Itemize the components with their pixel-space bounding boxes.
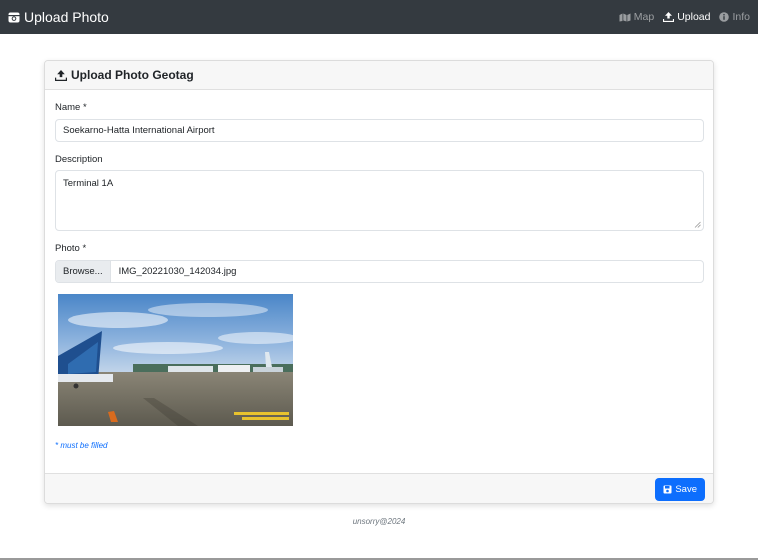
navbar-links: Map Upload Info <box>610 11 750 23</box>
top-navbar: Upload Photo Map Upload Info <box>0 0 758 34</box>
card-footer: Save <box>45 473 713 503</box>
required-note: * must be filled <box>55 441 108 450</box>
nav-upload-label: Upload <box>677 11 711 23</box>
photo-file-input[interactable]: Browse... IMG_20221030_142034.jpg <box>55 260 704 283</box>
save-label: Save <box>675 484 697 495</box>
name-label: Name * <box>55 102 87 113</box>
nav-upload[interactable]: Upload <box>663 11 710 23</box>
brand-title: Upload Photo <box>24 9 109 25</box>
file-name: IMG_20221030_142034.jpg <box>118 266 237 277</box>
description-label: Description <box>55 154 103 165</box>
navbar-brand[interactable]: Upload Photo <box>8 9 109 25</box>
nav-map-label: Map <box>633 11 655 23</box>
nav-info[interactable]: Info <box>719 11 750 23</box>
name-value: Soekarno-Hatta International Airport <box>63 125 215 136</box>
card-body: Name * Soekarno-Hatta International Airp… <box>45 90 713 473</box>
name-field[interactable]: Soekarno-Hatta International Airport <box>55 119 704 142</box>
upload-icon <box>55 69 67 81</box>
floppy-disk-icon <box>663 485 672 494</box>
camera-icon <box>8 12 20 22</box>
save-button[interactable]: Save <box>655 478 705 501</box>
description-field[interactable]: Terminal 1A <box>55 170 704 231</box>
browse-button[interactable]: Browse... <box>56 261 111 282</box>
photo-preview <box>58 294 293 426</box>
footer-text: unsorry@2024 <box>352 517 406 526</box>
map-icon <box>619 13 631 22</box>
resize-handle-icon[interactable] <box>694 221 701 228</box>
nav-map[interactable]: Map <box>619 11 654 23</box>
photo-label: Photo * <box>55 243 87 254</box>
upload-card: Upload Photo Geotag Name * Soekarno-Hatt… <box>44 60 714 504</box>
description-value: Terminal 1A <box>63 178 114 189</box>
card-title: Upload Photo Geotag <box>71 68 194 82</box>
upload-icon <box>663 12 675 22</box>
nav-info-label: Info <box>732 11 750 23</box>
card-header: Upload Photo Geotag <box>45 61 713 90</box>
info-icon <box>719 12 730 22</box>
